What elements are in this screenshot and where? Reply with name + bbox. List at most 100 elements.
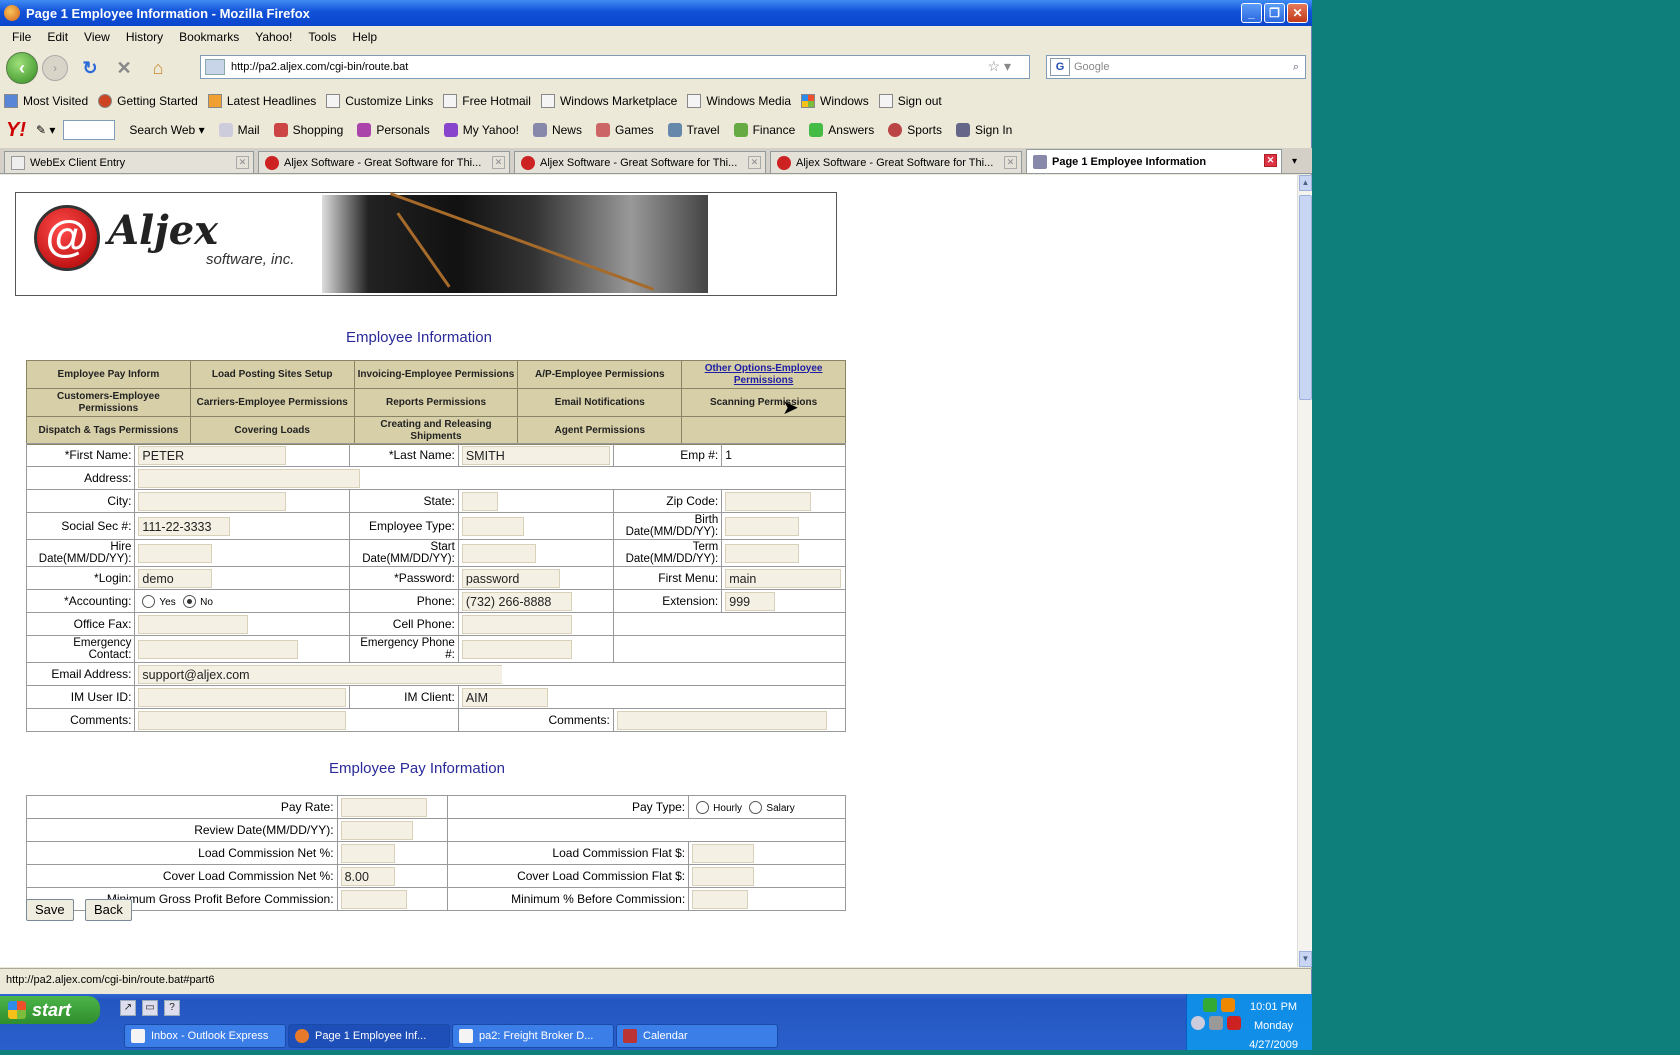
tab-aljex-1[interactable]: Aljex Software - Great Software for Thi.… — [258, 151, 510, 173]
extension-input[interactable]: 999 — [725, 591, 776, 611]
menu-view[interactable]: View — [78, 28, 116, 46]
yahoo-answers[interactable]: Answers — [809, 123, 874, 137]
first-menu-input[interactable]: main — [725, 568, 842, 588]
comments-input[interactable] — [138, 710, 347, 730]
last-name-input[interactable]: SMITH — [461, 445, 610, 465]
employee-type-input[interactable] — [461, 516, 524, 536]
task-outlook-express[interactable]: Inbox - Outlook Express — [124, 1024, 286, 1048]
perm-other-options[interactable]: Other Options-Employee Permissions — [681, 360, 846, 389]
im-client-input[interactable]: AIM — [461, 687, 548, 707]
vertical-scrollbar[interactable]: ▲ ▼ — [1297, 175, 1312, 967]
bookmark-windows-marketplace[interactable]: Windows Marketplace — [540, 94, 677, 108]
load-commission-flat-input[interactable] — [692, 843, 755, 863]
yahoo-finance[interactable]: Finance — [733, 123, 795, 137]
tab-webex[interactable]: WebEx Client Entry ✕ — [4, 151, 254, 173]
forward-button[interactable]: › — [42, 55, 68, 81]
bookmark-star-icon[interactable]: ☆ ▾ — [988, 58, 1011, 75]
show-desktop-icon[interactable]: ▭ — [142, 1000, 158, 1016]
password-input[interactable]: password — [461, 568, 560, 588]
cell-phone-input[interactable] — [461, 614, 572, 634]
yahoo-search-field[interactable] — [63, 120, 116, 140]
perm-reports[interactable]: Reports Permissions — [353, 388, 519, 417]
maximize-button[interactable]: ❐ — [1264, 3, 1285, 23]
menu-help[interactable]: Help — [346, 28, 383, 46]
url-bar[interactable]: http://pa2.aljex.com/cgi-bin/route.bat ☆… — [200, 55, 1030, 79]
menu-tools[interactable]: Tools — [302, 28, 342, 46]
menu-history[interactable]: History — [120, 28, 169, 46]
google-engine-icon[interactable]: G — [1050, 58, 1070, 76]
task-pa2[interactable]: pa2: Freight Broker D... — [452, 1024, 614, 1048]
pay-type-salary-radio[interactable] — [749, 801, 763, 815]
yahoo-logo[interactable]: Y! — [6, 119, 26, 142]
tab-close-icon[interactable]: ✕ — [492, 156, 505, 169]
tray-mail-icon[interactable] — [1227, 1016, 1241, 1030]
yahoo-travel[interactable]: Travel — [667, 123, 720, 137]
tab-list-icon[interactable]: ▾ — [1292, 156, 1297, 167]
home-icon[interactable]: ⌂ — [146, 56, 170, 80]
pay-type-hourly-radio[interactable] — [696, 801, 710, 815]
minimize-button[interactable]: _ — [1241, 3, 1262, 23]
scroll-up-icon[interactable]: ▲ — [1299, 175, 1312, 191]
term-date-input[interactable] — [725, 543, 800, 563]
yahoo-games[interactable]: Games — [595, 123, 654, 137]
min-percent-input[interactable] — [692, 889, 749, 909]
network-icon[interactable] — [1203, 998, 1217, 1012]
cover-load-commission-net-input[interactable]: 8.00 — [340, 866, 395, 886]
perm-load-posting-sites[interactable]: Load Posting Sites Setup — [189, 360, 355, 389]
login-input[interactable]: demo — [138, 568, 213, 588]
help-icon[interactable]: ? — [164, 1000, 180, 1016]
phone-input[interactable]: (732) 266-8888 — [461, 591, 572, 611]
volume-icon[interactable] — [1191, 1016, 1205, 1030]
ssn-input[interactable]: 111-22-3333 — [138, 516, 231, 536]
yahoo-sports[interactable]: Sports — [888, 123, 942, 137]
accounting-no-radio[interactable] — [183, 595, 197, 609]
first-name-input[interactable]: PETER — [138, 445, 287, 465]
tab-close-icon[interactable]: ✕ — [1264, 154, 1277, 167]
perm-scanning[interactable]: Scanning Permissions — [681, 388, 846, 417]
stop-icon[interactable]: ✕ — [112, 56, 136, 80]
office-fax-input[interactable] — [138, 614, 249, 634]
menu-edit[interactable]: Edit — [41, 28, 74, 46]
yahoo-search-web[interactable]: Search Web ▾ — [129, 123, 204, 137]
tab-close-icon[interactable]: ✕ — [1004, 156, 1017, 169]
email-input[interactable]: support@aljex.com — [138, 664, 503, 684]
perm-covering-loads[interactable]: Covering Loads — [189, 416, 355, 445]
yahoo-news[interactable]: News — [532, 123, 582, 137]
bookmark-free-hotmail[interactable]: Free Hotmail — [443, 94, 531, 108]
perm-ap[interactable]: A/P-Employee Permissions — [517, 360, 683, 389]
perm-creating-releasing[interactable]: Creating and Releasing Shipments — [353, 416, 519, 445]
tab-close-icon[interactable]: ✕ — [236, 156, 249, 169]
hire-date-input[interactable] — [138, 543, 213, 563]
yahoo-sign-in[interactable]: Sign In — [955, 123, 1012, 137]
yahoo-mail[interactable]: Mail — [218, 123, 260, 137]
perm-agent[interactable]: Agent Permissions — [517, 416, 683, 445]
bookmark-sign-out[interactable]: Sign out — [878, 94, 942, 108]
bookmark-getting-started[interactable]: Getting Started — [98, 94, 198, 108]
perm-carriers[interactable]: Carriers-Employee Permissions — [189, 388, 355, 417]
comments2-input[interactable] — [616, 710, 827, 730]
save-button[interactable]: Save — [26, 899, 74, 921]
accounting-yes-radio[interactable] — [142, 595, 156, 609]
perm-dispatch-tags[interactable]: Dispatch & Tags Permissions — [26, 416, 191, 445]
perm-email-notifications[interactable]: Email Notifications — [517, 388, 683, 417]
start-button[interactable]: start — [0, 996, 100, 1024]
zip-input[interactable] — [725, 491, 812, 511]
yahoo-shopping[interactable]: Shopping — [273, 123, 343, 137]
tab-aljex-3[interactable]: Aljex Software - Great Software for Thi.… — [770, 151, 1022, 173]
task-firefox[interactable]: Page 1 Employee Inf... — [288, 1024, 450, 1048]
menu-yahoo[interactable]: Yahoo! — [249, 28, 298, 46]
tab-aljex-2[interactable]: Aljex Software - Great Software for Thi.… — [514, 151, 766, 173]
bookmark-windows[interactable]: Windows — [801, 94, 869, 108]
city-input[interactable] — [138, 491, 287, 511]
tray-app-icon[interactable] — [1221, 998, 1235, 1012]
menu-bookmarks[interactable]: Bookmarks — [173, 28, 245, 46]
bookmark-customize-links[interactable]: Customize Links — [326, 94, 433, 108]
pay-rate-input[interactable] — [340, 797, 427, 817]
bookmark-latest-headlines[interactable]: Latest Headlines — [207, 94, 316, 108]
reload-icon[interactable]: ↻ — [78, 56, 102, 80]
im-user-input[interactable] — [138, 687, 347, 707]
min-gross-profit-input[interactable] — [340, 889, 407, 909]
scroll-down-icon[interactable]: ▼ — [1299, 951, 1312, 967]
pencil-icon[interactable]: ✎ ▾ — [36, 123, 55, 137]
search-icon[interactable]: ⌕ — [1293, 61, 1299, 74]
